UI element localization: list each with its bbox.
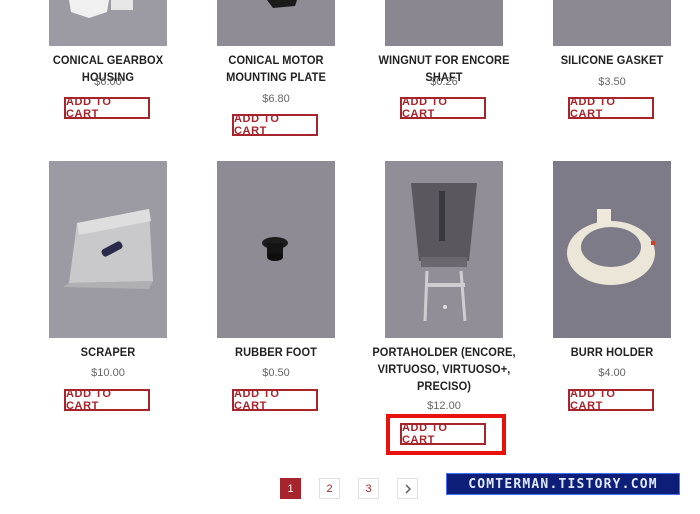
product-image[interactable]: [385, 161, 503, 338]
add-to-cart-button[interactable]: ADD TO CART: [568, 96, 654, 120]
product-image[interactable]: [553, 161, 671, 338]
add-to-cart-button[interactable]: ADD TO CART: [568, 388, 654, 412]
product-price: $0.50: [262, 367, 290, 379]
portaholder-image: [385, 161, 503, 338]
product-price: $10.00: [91, 367, 125, 379]
product-price: $0.26: [430, 76, 458, 88]
product-price: $6.80: [262, 93, 290, 105]
scraper-image: [49, 161, 167, 338]
product-title[interactable]: BURR HOLDER: [535, 344, 690, 361]
page-2[interactable]: 2: [319, 478, 340, 499]
product-title[interactable]: SCRAPER: [31, 344, 186, 361]
product-image[interactable]: [49, 0, 167, 46]
product-title[interactable]: RUBBER FOOT: [199, 344, 354, 361]
watermark: COMTERMAN.TISTORY.COM: [446, 473, 680, 495]
add-to-cart-button[interactable]: ADD TO CART: [232, 113, 318, 137]
product-price: $4.00: [598, 367, 626, 379]
rubber-foot-image: [217, 161, 335, 338]
product-title[interactable]: PORTAHOLDER (ENCORE, VIRTUOSO, VIRTUOSO+…: [367, 344, 522, 395]
burr-holder-image: [553, 161, 671, 338]
product-image[interactable]: [385, 0, 503, 46]
page-3[interactable]: 3: [358, 478, 379, 499]
product-image[interactable]: [553, 0, 671, 46]
gearbox-housing-image: [49, 0, 167, 46]
product-image[interactable]: [217, 161, 335, 338]
product-price: $3.50: [598, 76, 626, 88]
product-image[interactable]: [49, 161, 167, 338]
motor-plate-image: [217, 0, 335, 46]
product-price: $12.00: [427, 400, 461, 412]
add-to-cart-button[interactable]: ADD TO CART: [64, 388, 150, 412]
product-title[interactable]: SILICONE GASKET: [535, 52, 690, 69]
chevron-right-icon: [405, 484, 411, 493]
highlight-box: [386, 414, 506, 455]
add-to-cart-button[interactable]: ADD TO CART: [400, 96, 486, 120]
page-1[interactable]: 1: [280, 478, 301, 499]
add-to-cart-button[interactable]: ADD TO CART: [232, 388, 318, 412]
product-price: $6.00: [94, 76, 122, 88]
product-title[interactable]: CONICAL MOTOR MOUNTING PLATE: [199, 52, 354, 86]
next-page-button[interactable]: [397, 478, 418, 499]
product-image[interactable]: [217, 0, 335, 46]
add-to-cart-button[interactable]: ADD TO CART: [64, 96, 150, 120]
